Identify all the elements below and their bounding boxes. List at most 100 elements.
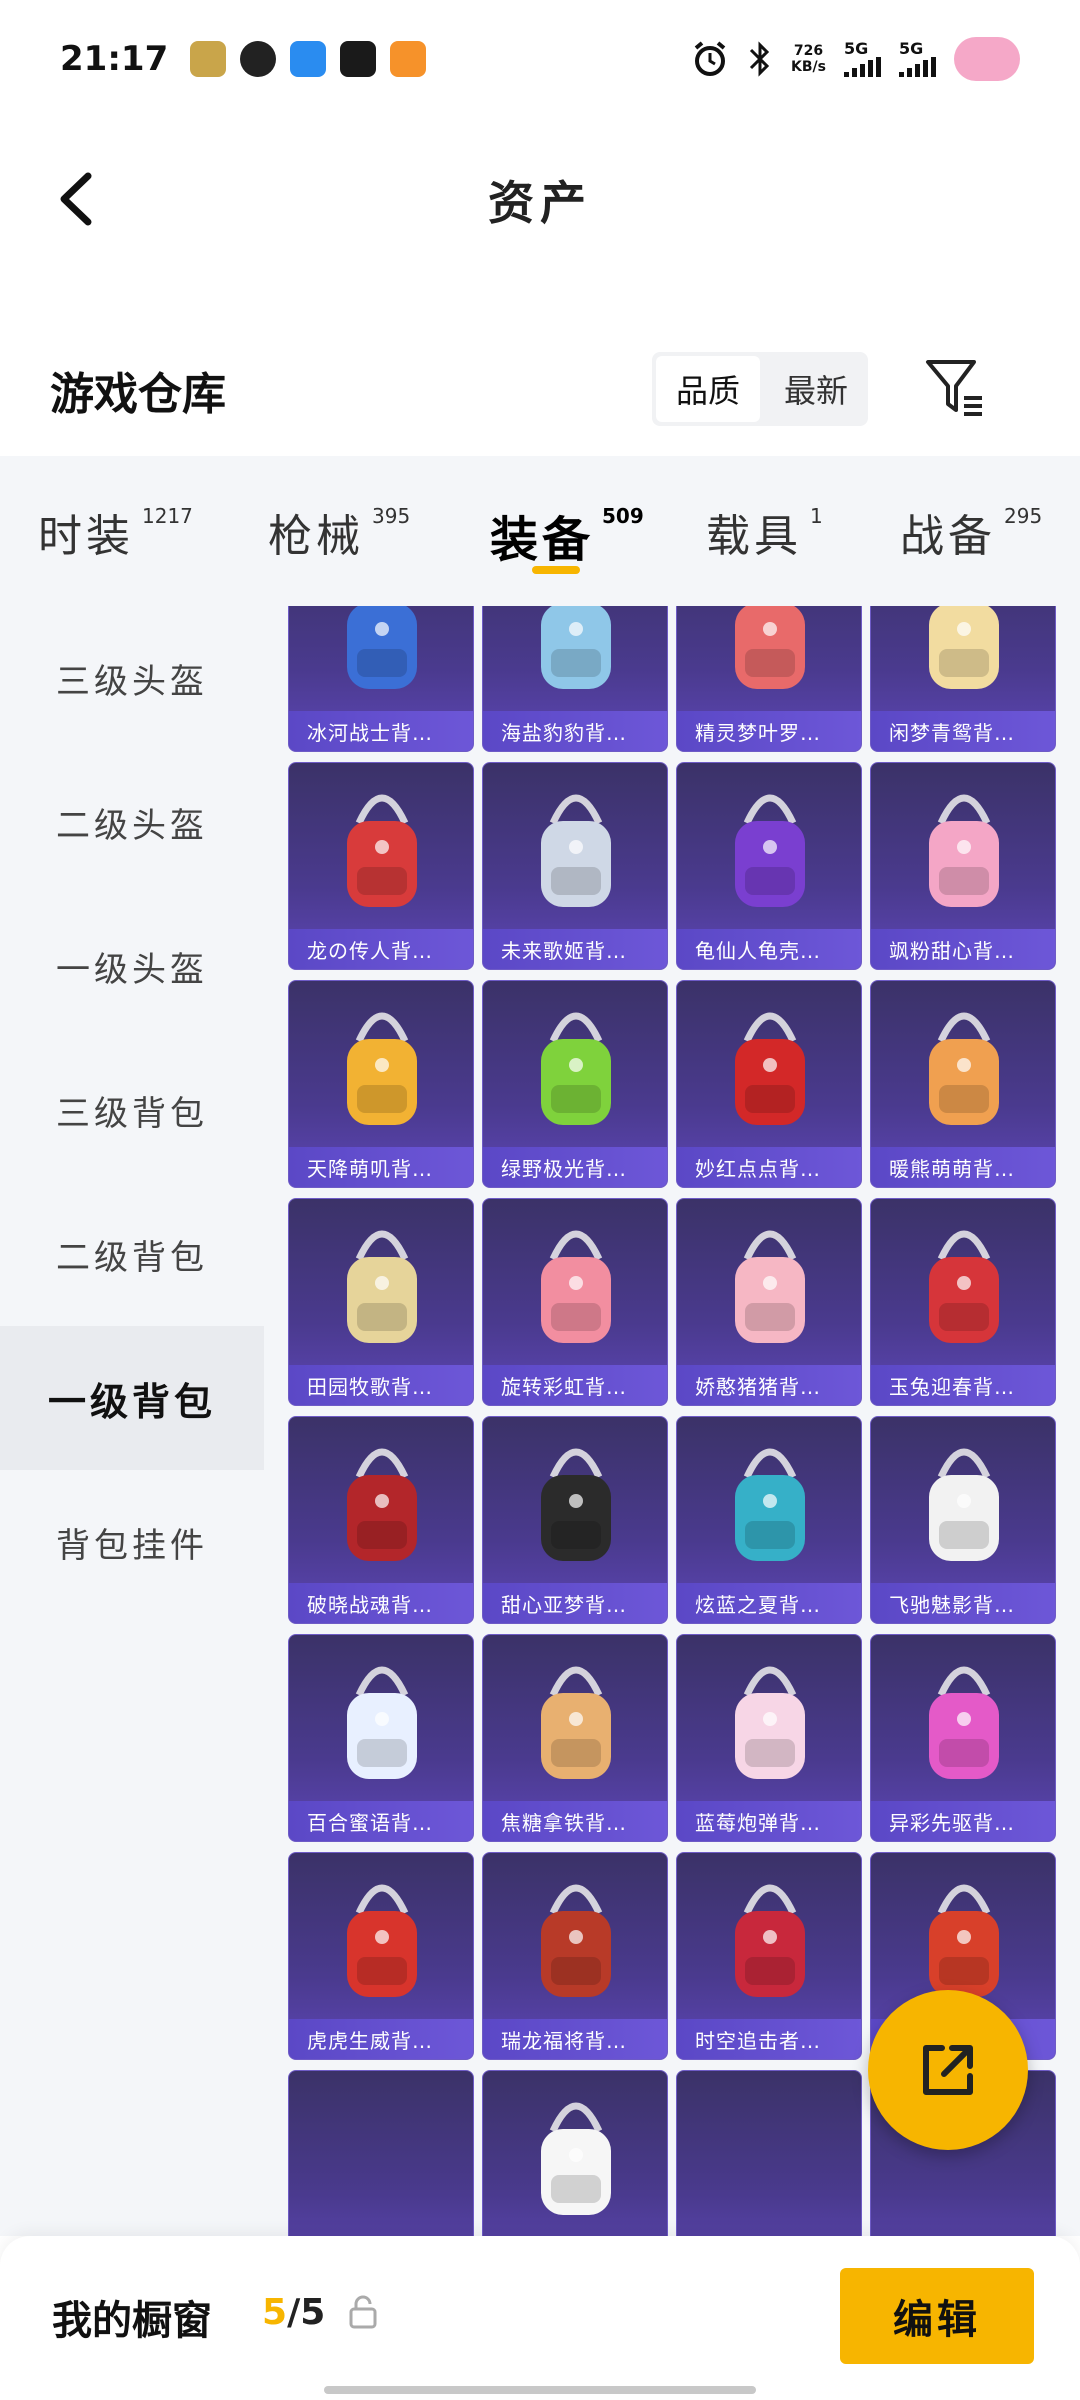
item-card[interactable]: 暖熊萌萌背…: [870, 980, 1056, 1188]
item-card[interactable]: 萌趣颜团子…: [482, 2070, 668, 2236]
orange-app-icon: [390, 41, 427, 77]
sidebar-item-lvl2-helmet[interactable]: 二级头盔: [0, 750, 264, 894]
sidebar-item-lvl1-backpack[interactable]: 一级背包: [0, 1326, 264, 1470]
sort-newest-button[interactable]: 最新: [764, 352, 868, 426]
tab-equipment[interactable]: 装备 509: [490, 500, 644, 570]
item-name: 冰河战士背…: [289, 711, 473, 751]
back-button[interactable]: [44, 164, 114, 234]
item-card[interactable]: 玉兔迎春背…: [870, 1198, 1056, 1406]
category-tabs: 时装 1217 枪械 395 装备 509 载具 1 战备 295: [0, 456, 1080, 606]
item-card[interactable]: 怪笑疯兔背…: [288, 2070, 474, 2236]
backpack-icon: [347, 1012, 417, 1125]
item-name: 焦糖拿铁背…: [483, 1801, 667, 1841]
signal-sim2: 5G: [899, 41, 936, 77]
item-name: 甜心亚梦背…: [483, 1583, 667, 1623]
sidebar-item-lvl3-helmet[interactable]: 三级头盔: [0, 606, 264, 750]
backpack-icon: [347, 794, 417, 907]
item-card[interactable]: 精灵梦叶罗…: [676, 606, 862, 752]
item-card[interactable]: 虎虎生威背…: [288, 1852, 474, 2060]
tab-label: 战备: [900, 511, 996, 562]
item-card[interactable]: 龙の传人背…: [288, 762, 474, 970]
alarm-icon: [694, 41, 726, 76]
tab-label: 装备: [490, 512, 595, 568]
edit-button[interactable]: 编辑: [840, 2268, 1034, 2364]
item-card[interactable]: 甜心亚梦背…: [482, 1416, 668, 1624]
backpack-icon: [735, 794, 805, 907]
backpack-icon: [735, 1012, 805, 1125]
backpack-icon: [541, 1230, 611, 1343]
backpack-icon: [929, 1012, 999, 1125]
item-card[interactable]: 龟仙人龟壳…: [676, 762, 862, 970]
backpack-icon: [735, 1884, 805, 1997]
item-card[interactable]: 蓝莓炮弹背…: [676, 1634, 862, 1842]
status-app-icons: [190, 41, 427, 77]
item-card[interactable]: 百合蜜语背…: [288, 1634, 474, 1842]
item-name: 飞驰魅影背…: [871, 1583, 1055, 1623]
item-card[interactable]: 异彩先驱背…: [870, 1634, 1056, 1842]
tab-combat-gear[interactable]: 战备 295: [900, 500, 1042, 564]
share-fab-button[interactable]: [868, 1990, 1028, 2150]
item-card[interactable]: 破晓战魂背…: [288, 1416, 474, 1624]
item-card[interactable]: 妙红点点背…: [676, 980, 862, 1188]
item-name: 绿野极光背…: [483, 1147, 667, 1187]
backpack-icon: [541, 606, 611, 689]
sort-quality-button[interactable]: 品质: [656, 356, 760, 422]
home-indicator[interactable]: [324, 2386, 756, 2394]
backpack-icon: [735, 1448, 805, 1561]
item-card[interactable]: 冰河战士背…: [288, 606, 474, 752]
item-card[interactable]: 未来歌姬背…: [482, 762, 668, 970]
item-card[interactable]: 绿野极光背…: [482, 980, 668, 1188]
item-name: 龟仙人龟壳…: [677, 929, 861, 969]
tab-guns[interactable]: 枪械 395: [268, 500, 410, 564]
active-tab-indicator: [532, 566, 580, 574]
section-title: 游戏仓库: [50, 369, 226, 420]
item-card[interactable]: 炫蓝之夏背…: [676, 1416, 862, 1624]
backpack-icon: [735, 1666, 805, 1779]
backpack-icon: [735, 606, 805, 689]
item-name: 海盐豹豹背…: [483, 711, 667, 751]
tab-count: 1217: [142, 504, 193, 528]
item-name: 玉兔迎春背…: [871, 1365, 1055, 1405]
status-time: 21:17: [60, 39, 169, 79]
backpack-icon: [541, 794, 611, 907]
sim2-label: 5G: [899, 39, 924, 58]
item-name: 田园牧歌背…: [289, 1365, 473, 1405]
showcase-label: 我的橱窗: [52, 2298, 212, 2344]
item-card[interactable]: 飞驰魅影背…: [870, 1416, 1056, 1624]
backpack-icon: [541, 1884, 611, 1997]
filter-icon[interactable]: [922, 354, 988, 420]
item-card[interactable]: 田园牧歌背…: [288, 1198, 474, 1406]
item-card[interactable]: 娇憨猪猪背…: [676, 1198, 862, 1406]
item-card[interactable]: 时空追击者…: [676, 1852, 862, 2060]
backpack-icon: [347, 606, 417, 689]
backpack-icon: [541, 1012, 611, 1125]
speed-value: 726: [793, 43, 824, 59]
item-name: 炫蓝之夏背…: [677, 1583, 861, 1623]
tab-vehicles[interactable]: 载具 1: [706, 500, 823, 564]
sort-toggle: 品质 最新: [652, 352, 868, 426]
tab-count: 1: [810, 504, 823, 528]
item-card[interactable]: 焦糖拿铁背…: [482, 1634, 668, 1842]
external-link-icon: [923, 2045, 973, 2095]
sidebar-item-lvl1-helmet[interactable]: 一级头盔: [0, 894, 264, 1038]
lock-icon: [349, 2295, 377, 2329]
item-name: 闲梦青鸳背…: [871, 711, 1055, 751]
item-card[interactable]: 天降萌叽背…: [288, 980, 474, 1188]
sim1-label: 5G: [844, 39, 869, 58]
item-card[interactable]: 旋转彩虹背…: [482, 1198, 668, 1406]
sidebar-item-backpack-charm[interactable]: 背包挂件: [0, 1470, 264, 1614]
speed-unit: KB/s: [791, 59, 826, 75]
showcase-count-total: /5: [287, 2292, 326, 2333]
item-card[interactable]: 欢乐麻酱背…: [676, 2070, 862, 2236]
backpack-icon: [347, 1884, 417, 1997]
sidebar-item-lvl2-backpack[interactable]: 二级背包: [0, 1182, 264, 1326]
backpack-icon: [541, 1666, 611, 1779]
sidebar-item-lvl3-backpack[interactable]: 三级背包: [0, 1038, 264, 1182]
dark-app-icon: [340, 41, 377, 77]
item-card[interactable]: 瑞龙福将背…: [482, 1852, 668, 2060]
item-card[interactable]: 闲梦青鸳背…: [870, 606, 1056, 752]
item-card[interactable]: 海盐豹豹背…: [482, 606, 668, 752]
item-card[interactable]: 飒粉甜心背…: [870, 762, 1056, 970]
tab-fashion[interactable]: 时装 1217: [38, 500, 193, 564]
item-name: 天降萌叽背…: [289, 1147, 473, 1187]
